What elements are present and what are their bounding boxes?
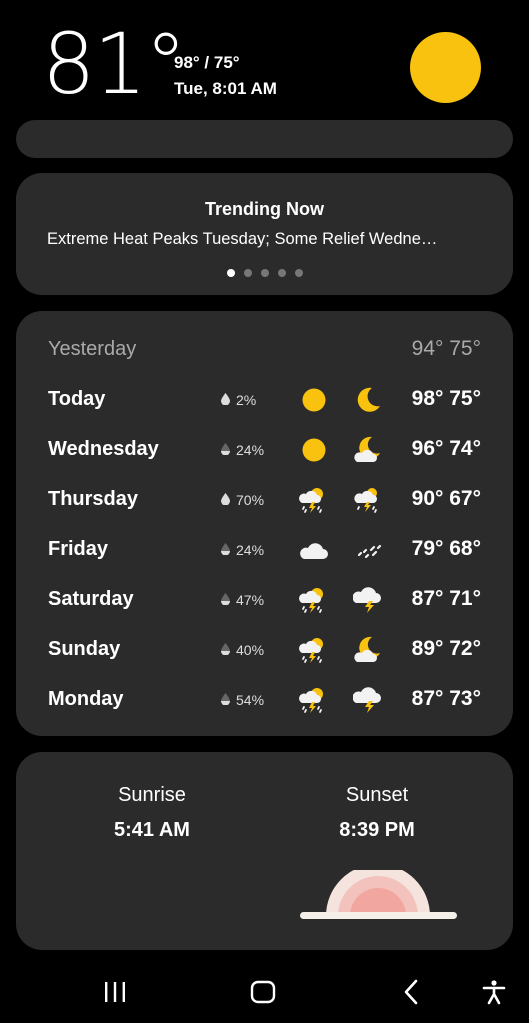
- today-high-low: 98° / 75°: [174, 53, 240, 72]
- thunderstorm-icon: [353, 485, 383, 515]
- raindrop-icon: [221, 642, 230, 658]
- thunderstorm-sun-icon: [299, 685, 329, 715]
- sun-icon: [410, 32, 481, 103]
- sun-icon: [299, 435, 329, 465]
- precipitation-chance: 70%: [236, 492, 265, 508]
- home-icon[interactable]: [245, 974, 281, 1010]
- sunrise-label: Sunrise: [118, 784, 186, 806]
- precipitation: 47%: [221, 592, 264, 608]
- precipitation: 54%: [221, 692, 264, 708]
- precipitation-chance: 24%: [236, 542, 265, 558]
- raindrop-icon: [221, 592, 230, 608]
- raindrop-icon: [221, 492, 230, 508]
- recent-apps-icon[interactable]: [97, 974, 133, 1010]
- precipitation: 24%: [221, 542, 264, 558]
- thunderstorm-sun-icon: [299, 485, 329, 515]
- sun-icon: [299, 385, 329, 415]
- sunset-arc-icon: [300, 870, 457, 919]
- trending-title: Trending Now: [205, 199, 324, 219]
- trending-card[interactable]: Trending Now Extreme Heat Peaks Tuesday;…: [16, 173, 513, 295]
- page-dot[interactable]: [226, 269, 235, 277]
- current-temperature: 81°: [42, 15, 187, 113]
- cloud-icon: [299, 535, 329, 565]
- day-label: Sunday: [48, 638, 121, 660]
- raindrop-icon: [221, 692, 230, 708]
- high-low: 87° 73°: [411, 687, 481, 710]
- forecast-row[interactable]: Friday 24% 79° 68°: [16, 525, 513, 575]
- forecast-row[interactable]: Saturday 47% 87° 71°: [16, 575, 513, 625]
- high-low: 87° 71°: [411, 587, 481, 610]
- sunrise-time: 5:41 AM: [114, 819, 190, 841]
- previous-card[interactable]: [16, 120, 513, 158]
- precipitation-chance: 2%: [236, 392, 257, 408]
- raindrop-icon: [221, 392, 230, 408]
- precipitation-chance: 40%: [236, 642, 265, 658]
- page-dot[interactable]: [277, 269, 286, 277]
- precipitation-chance: 54%: [236, 692, 265, 708]
- day-label: Yesterday: [48, 338, 137, 360]
- page-dot[interactable]: [294, 269, 303, 277]
- system-navigation-bar: [0, 960, 529, 1023]
- current-conditions-header: 81° 98° / 75° Tue, 8:01 AM: [0, 0, 529, 135]
- precipitation-chance: 47%: [236, 592, 265, 608]
- raindrop-icon: [221, 542, 230, 558]
- forecast-row[interactable]: Sunday 40% 89° 72°: [16, 625, 513, 675]
- page-dot[interactable]: [260, 269, 269, 277]
- raindrop-icon: [221, 442, 230, 458]
- precipitation: 2%: [221, 392, 256, 408]
- thunderstorm-sun-icon: [299, 585, 329, 615]
- precipitation: 40%: [221, 642, 264, 658]
- moon-cloud-icon: [353, 435, 383, 465]
- lightning-cloud-icon: [352, 585, 383, 615]
- high-low: 96° 74°: [411, 437, 481, 460]
- day-label: Today: [48, 388, 106, 410]
- thunderstorm-sun-icon: [299, 635, 329, 665]
- current-date-time: Tue, 8:01 AM: [174, 79, 277, 98]
- high-low: 79° 68°: [411, 537, 481, 560]
- forecast-row[interactable]: Wednesday 24% 96° 74°: [16, 425, 513, 475]
- trending-headline[interactable]: Extreme Heat Peaks Tuesday; Some Relief …: [47, 230, 487, 249]
- high-low: 94° 75°: [411, 337, 481, 360]
- moon-cloud-icon: [353, 635, 383, 665]
- high-low: 89° 72°: [411, 637, 481, 660]
- page-dot[interactable]: [243, 269, 252, 277]
- day-label: Saturday: [48, 588, 134, 610]
- forecast-row[interactable]: Thursday 70% 90° 67°: [16, 475, 513, 525]
- forecast-row[interactable]: Today 2% 98° 75°: [16, 375, 513, 425]
- page-indicator: [16, 269, 513, 277]
- lightning-cloud-icon: [352, 685, 383, 715]
- high-low: 98° 75°: [411, 387, 481, 410]
- daily-forecast-card[interactable]: Yesterday 94° 75° Today 2% 98° 75° Wednesda…: [16, 311, 513, 736]
- precipitation: 70%: [221, 492, 264, 508]
- sunset-label: Sunset: [345, 784, 409, 806]
- day-label: Wednesday: [48, 438, 159, 460]
- drizzle-icon: [353, 535, 383, 565]
- sunrise-sunset-card[interactable]: Sunrise 5:41 AM Sunset 8:39 PM: [16, 752, 513, 950]
- precipitation: 24%: [221, 442, 264, 458]
- accessibility-icon[interactable]: [476, 974, 512, 1010]
- moon-icon: [353, 385, 383, 415]
- day-label: Monday: [48, 688, 124, 710]
- sunset-time: 8:39 PM: [339, 819, 415, 841]
- day-label: Thursday: [48, 488, 139, 510]
- day-label: Friday: [48, 538, 109, 560]
- precipitation-chance: 24%: [236, 442, 265, 458]
- back-icon[interactable]: [393, 974, 429, 1010]
- forecast-row-yesterday[interactable]: Yesterday 94° 75°: [16, 325, 513, 375]
- high-low: 90° 67°: [411, 487, 481, 510]
- forecast-row[interactable]: Monday 54% 87° 73°: [16, 675, 513, 725]
